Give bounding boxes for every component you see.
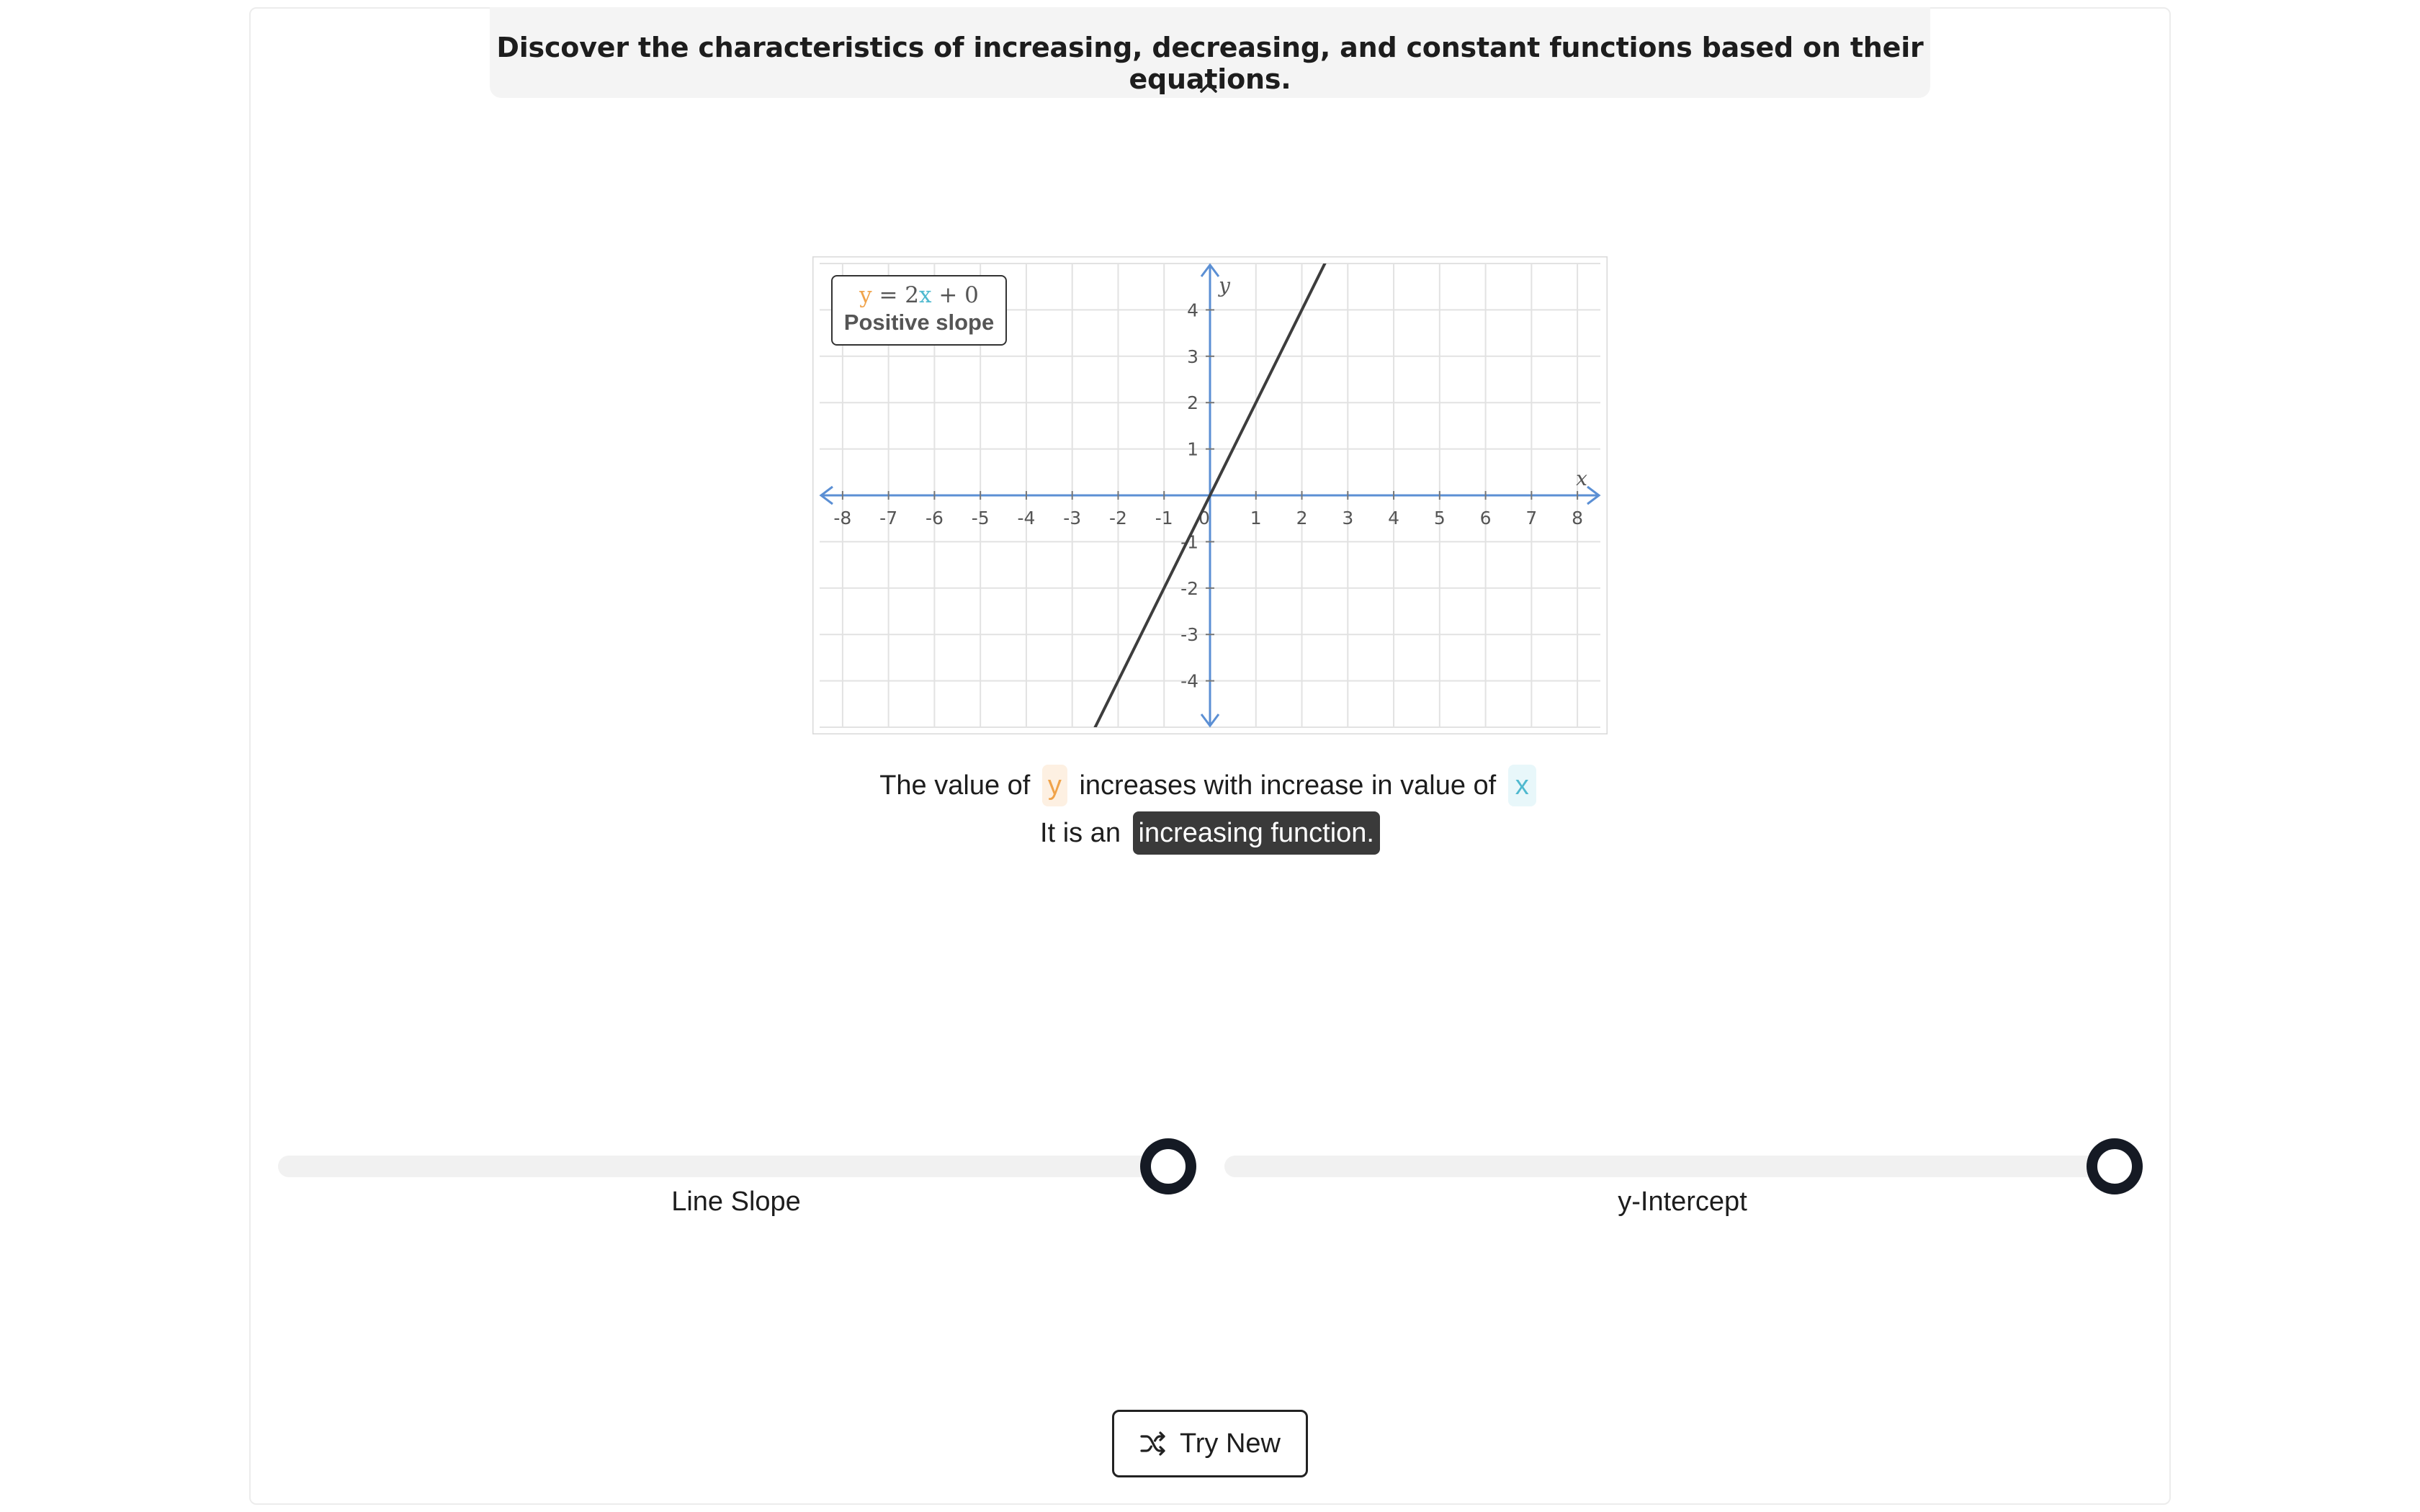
- x-tick-label: 6: [1480, 508, 1492, 528]
- statement-line-2: It is an increasing function.: [0, 809, 2420, 857]
- x-tick-label: 3: [1342, 508, 1353, 528]
- x-tick-label: -7: [879, 508, 897, 528]
- x-tick-label: 2: [1296, 508, 1308, 528]
- statement-part-2: increases with increase in value of: [1079, 770, 1497, 801]
- statement-part-3: It is an: [1040, 818, 1121, 848]
- equation-rest: + 0: [931, 282, 979, 308]
- x-tick-label: 7: [1525, 508, 1537, 528]
- y-tick-label: -2: [1180, 578, 1198, 599]
- equation-box: y = 2x + 0 Positive slope: [831, 275, 1007, 346]
- try-new-button[interactable]: Try New: [1112, 1410, 1308, 1477]
- equation-text: y = 2x + 0: [833, 282, 1005, 308]
- statement-line-1: The value of y increases with increase i…: [0, 762, 2420, 809]
- y-tick-label: 3: [1187, 346, 1198, 367]
- y-tick-label: -3: [1180, 624, 1198, 645]
- slope-slider[interactable]: [278, 1138, 1196, 1194]
- equation-x: x: [919, 282, 932, 308]
- shuffle-icon: [1140, 1431, 1165, 1456]
- slope-slider-label: Line Slope: [671, 1187, 801, 1217]
- intercept-slider-label: y-Intercept: [1618, 1187, 1747, 1217]
- y-tick-label: 1: [1187, 439, 1198, 460]
- x-tick-label: 8: [1572, 508, 1583, 528]
- statement-part-1: The value of: [879, 770, 1031, 801]
- chevron-up-icon[interactable]: [1198, 81, 1219, 95]
- function-description: The value of y increases with increase i…: [0, 762, 2420, 857]
- x-tick-label: -8: [833, 508, 851, 528]
- x-tick-label: 4: [1388, 508, 1399, 528]
- x-axis-label: x: [1576, 467, 1587, 490]
- x-tick-label: -1: [1155, 508, 1173, 528]
- equation-eq: = 2: [871, 282, 920, 308]
- intercept-slider-track[interactable]: [1224, 1156, 2115, 1177]
- function-type-badge: increasing function.: [1132, 811, 1380, 855]
- equation-y: y: [859, 282, 872, 308]
- x-tick-label: -3: [1063, 508, 1081, 528]
- x-variable-chip: x: [1507, 765, 1536, 806]
- activity-card: [249, 7, 2171, 1505]
- y-axis-label: y: [1217, 274, 1231, 297]
- x-tick-label: -2: [1109, 508, 1127, 528]
- y-variable-chip: y: [1041, 765, 1067, 806]
- try-new-label: Try New: [1179, 1428, 1281, 1459]
- slope-slider-track[interactable]: [278, 1156, 1168, 1177]
- y-tick-label: 2: [1187, 392, 1198, 413]
- y-tick-label: 4: [1187, 300, 1198, 320]
- x-tick-label: 5: [1434, 508, 1446, 528]
- slope-type-label: Positive slope: [843, 310, 995, 335]
- x-tick-label: -4: [1017, 508, 1035, 528]
- x-tick-label: -5: [972, 508, 990, 528]
- x-tick-label: -6: [926, 508, 944, 528]
- y-tick-label: -4: [1180, 671, 1198, 692]
- intercept-slider[interactable]: [1224, 1138, 2143, 1194]
- x-tick-label: 1: [1250, 508, 1262, 528]
